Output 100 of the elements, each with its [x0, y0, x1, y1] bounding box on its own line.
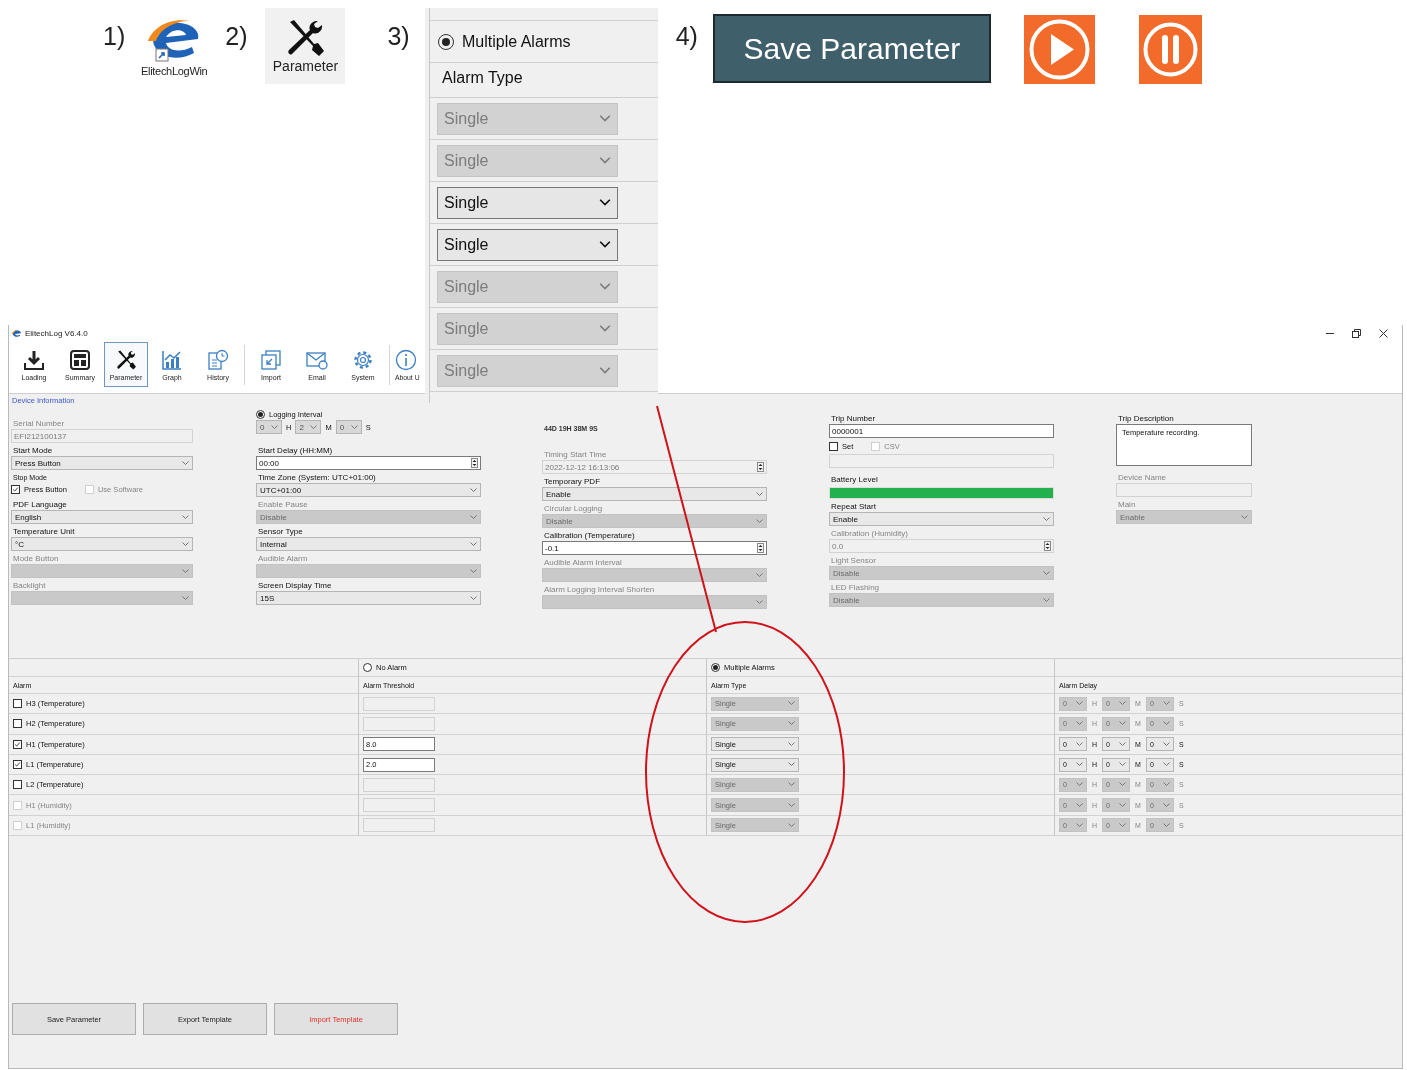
grid-icon: [69, 348, 91, 371]
radio-button[interactable]: Multiple Alarms: [430, 21, 658, 62]
field-label: PDF Language: [12, 499, 68, 510]
spinner-arrows-icon: [757, 462, 764, 472]
chevron-down-icon: [599, 366, 611, 375]
number-field[interactable]: -0.1: [542, 541, 767, 555]
chevron-down-icon: [1162, 762, 1170, 768]
chevron-down-icon: [788, 721, 795, 727]
step-number: 2): [225, 22, 248, 51]
dropdown[interactable]: °C: [11, 537, 193, 551]
field-label: Start Mode: [12, 445, 54, 456]
field-label: Screen Display Time: [257, 580, 333, 591]
step-number: 1): [103, 22, 126, 51]
field-label: Start Delay (HH:MM): [257, 445, 334, 456]
chevron-down-icon: [756, 518, 763, 524]
dropdown[interactable]: Enable: [829, 512, 1054, 526]
chevron-down-icon: [1076, 721, 1083, 727]
chevron-down-icon: [1076, 762, 1083, 768]
chevron-down-icon: [599, 240, 611, 249]
chevron-down-icon: [182, 595, 189, 601]
chevron-down-icon: [1119, 782, 1127, 788]
chevron-down-icon: [470, 541, 477, 547]
save-parameter-button[interactable]: Save Parameter: [712, 14, 991, 83]
radio-button[interactable]: [256, 409, 265, 419]
dropdown[interactable]: Internal: [256, 537, 481, 551]
chevron-down-icon: [788, 762, 795, 768]
chevron-down-icon: [599, 114, 611, 123]
field-label: Calibration (Temperature): [543, 530, 636, 541]
checkmark-icon: [14, 740, 21, 748]
window-title: ElitechLog V6.4.0: [25, 329, 88, 338]
spinner-arrows-icon: [757, 543, 764, 553]
chevron-down-icon: [788, 782, 795, 788]
tools-icon: [115, 348, 137, 371]
dropdown[interactable]: 2: [295, 420, 322, 434]
chevron-down-icon: [182, 541, 189, 547]
chevron-down-icon: [1241, 514, 1248, 520]
chevron-down-icon: [1162, 741, 1170, 747]
dropdown[interactable]: 15S: [256, 591, 481, 605]
dropdown[interactable]: Single: [437, 228, 618, 261]
chevron-down-icon: [599, 324, 611, 333]
step-number: 4): [675, 22, 698, 51]
field-label: Enable Pause: [257, 499, 309, 510]
threshold-field[interactable]: [363, 798, 435, 813]
radio-button[interactable]: [363, 663, 372, 672]
chevron-down-icon: [470, 487, 477, 493]
chevron-down-icon: [470, 568, 477, 574]
download-icon: [23, 348, 45, 371]
field-label: Repeat Start: [830, 501, 877, 512]
dropdown[interactable]: UTC+01:00: [256, 483, 481, 497]
chevron-down-icon: [599, 282, 611, 291]
chevron-down-icon: [788, 802, 795, 808]
dropdown[interactable]: Enable: [542, 487, 767, 501]
chevron-down-icon: [470, 595, 477, 601]
field-label: Trip Description: [1117, 413, 1175, 424]
chevron-down-icon: [1119, 741, 1127, 747]
chevron-down-icon: [599, 156, 611, 165]
step-number: 3): [387, 22, 410, 51]
play-button[interactable]: [1023, 15, 1095, 84]
chevron-down-icon: [1119, 822, 1127, 828]
restore-icon[interactable]: [1352, 329, 1361, 338]
chevron-down-icon: [1076, 802, 1083, 808]
chevron-down-icon: [1119, 701, 1127, 707]
clock-document-icon: [207, 348, 229, 371]
chevron-down-icon: [1119, 802, 1127, 808]
threshold-field[interactable]: [363, 818, 435, 833]
bar-chart-icon: [161, 348, 183, 371]
dropdown[interactable]: 0: [256, 420, 282, 434]
chevron-down-icon: [756, 491, 763, 497]
threshold-field[interactable]: [363, 777, 435, 792]
field-label: Circular Logging: [543, 503, 604, 514]
icon-caption: ElitechLogWin: [141, 65, 208, 77]
chevron-down-icon: [788, 822, 795, 828]
chevron-down-icon: [1076, 701, 1083, 707]
chevron-down-icon: [350, 424, 358, 430]
spinner-arrows-icon: [471, 458, 478, 468]
field-label: Temperature Unit: [12, 526, 76, 537]
chevron-down-icon: [756, 572, 763, 578]
chevron-down-icon: [1119, 762, 1127, 768]
column-header: Alarm Type: [430, 62, 658, 97]
text-field[interactable]: 0000001: [829, 424, 1054, 438]
threshold-field[interactable]: [363, 696, 435, 711]
number-field[interactable]: 00:00: [256, 456, 481, 470]
chevron-down-icon: [599, 198, 611, 207]
close-icon[interactable]: [1379, 329, 1388, 338]
dropdown[interactable]: Single: [437, 186, 618, 219]
dropdown[interactable]: 0: [335, 420, 362, 434]
field-label: Mode Button: [12, 553, 60, 564]
chevron-down-icon: [788, 741, 795, 747]
dropdown[interactable]: Press Button: [11, 456, 193, 470]
pause-button[interactable]: [1138, 15, 1202, 84]
chevron-down-icon: [271, 424, 278, 430]
chevron-down-icon: [182, 514, 189, 520]
info-icon: [395, 348, 417, 371]
chevron-down-icon: [1162, 822, 1170, 828]
chevron-down-icon: [1076, 741, 1083, 747]
field-label: Time Zone (System: UTC+01:00): [257, 472, 377, 483]
chevron-down-icon: [470, 514, 477, 520]
dropdown[interactable]: English: [11, 510, 193, 524]
radio-button[interactable]: [711, 663, 720, 672]
threshold-field[interactable]: [363, 716, 435, 731]
